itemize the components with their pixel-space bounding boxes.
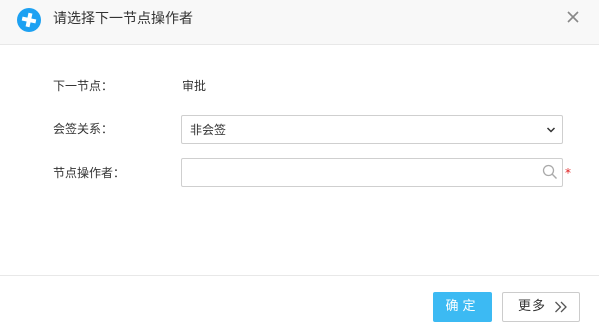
more-button[interactable]: 更多 (502, 292, 580, 322)
chevron-down-icon (546, 127, 556, 133)
select-operator-dialog: 请选择下一节点操作者 下一节点： 审批 会签关系： 非会签 节点操作者： * 确… (0, 0, 599, 331)
required-mark: * (565, 166, 571, 180)
double-chevron-right-icon (555, 301, 567, 313)
search-icon[interactable] (542, 164, 558, 180)
countersign-label: 会签关系： (53, 122, 114, 136)
next-node-label: 下一节点： (53, 79, 114, 93)
confirm-button[interactable]: 确定 (433, 292, 492, 322)
dialog-footer: 确定 更多 (0, 275, 599, 331)
operator-input[interactable] (181, 158, 563, 187)
close-icon[interactable] (564, 8, 582, 26)
dialog-title: 请选择下一节点操作者 (53, 11, 193, 27)
next-node-value: 审批 (182, 79, 207, 93)
operator-label: 节点操作者： (53, 166, 126, 180)
countersign-select[interactable]: 非会签 (181, 115, 563, 144)
plus-cross-logo-icon (17, 8, 41, 32)
more-button-label: 更多 (518, 299, 547, 314)
dialog-header: 请选择下一节点操作者 (0, 0, 599, 45)
countersign-selected-value: 非会签 (190, 123, 227, 137)
